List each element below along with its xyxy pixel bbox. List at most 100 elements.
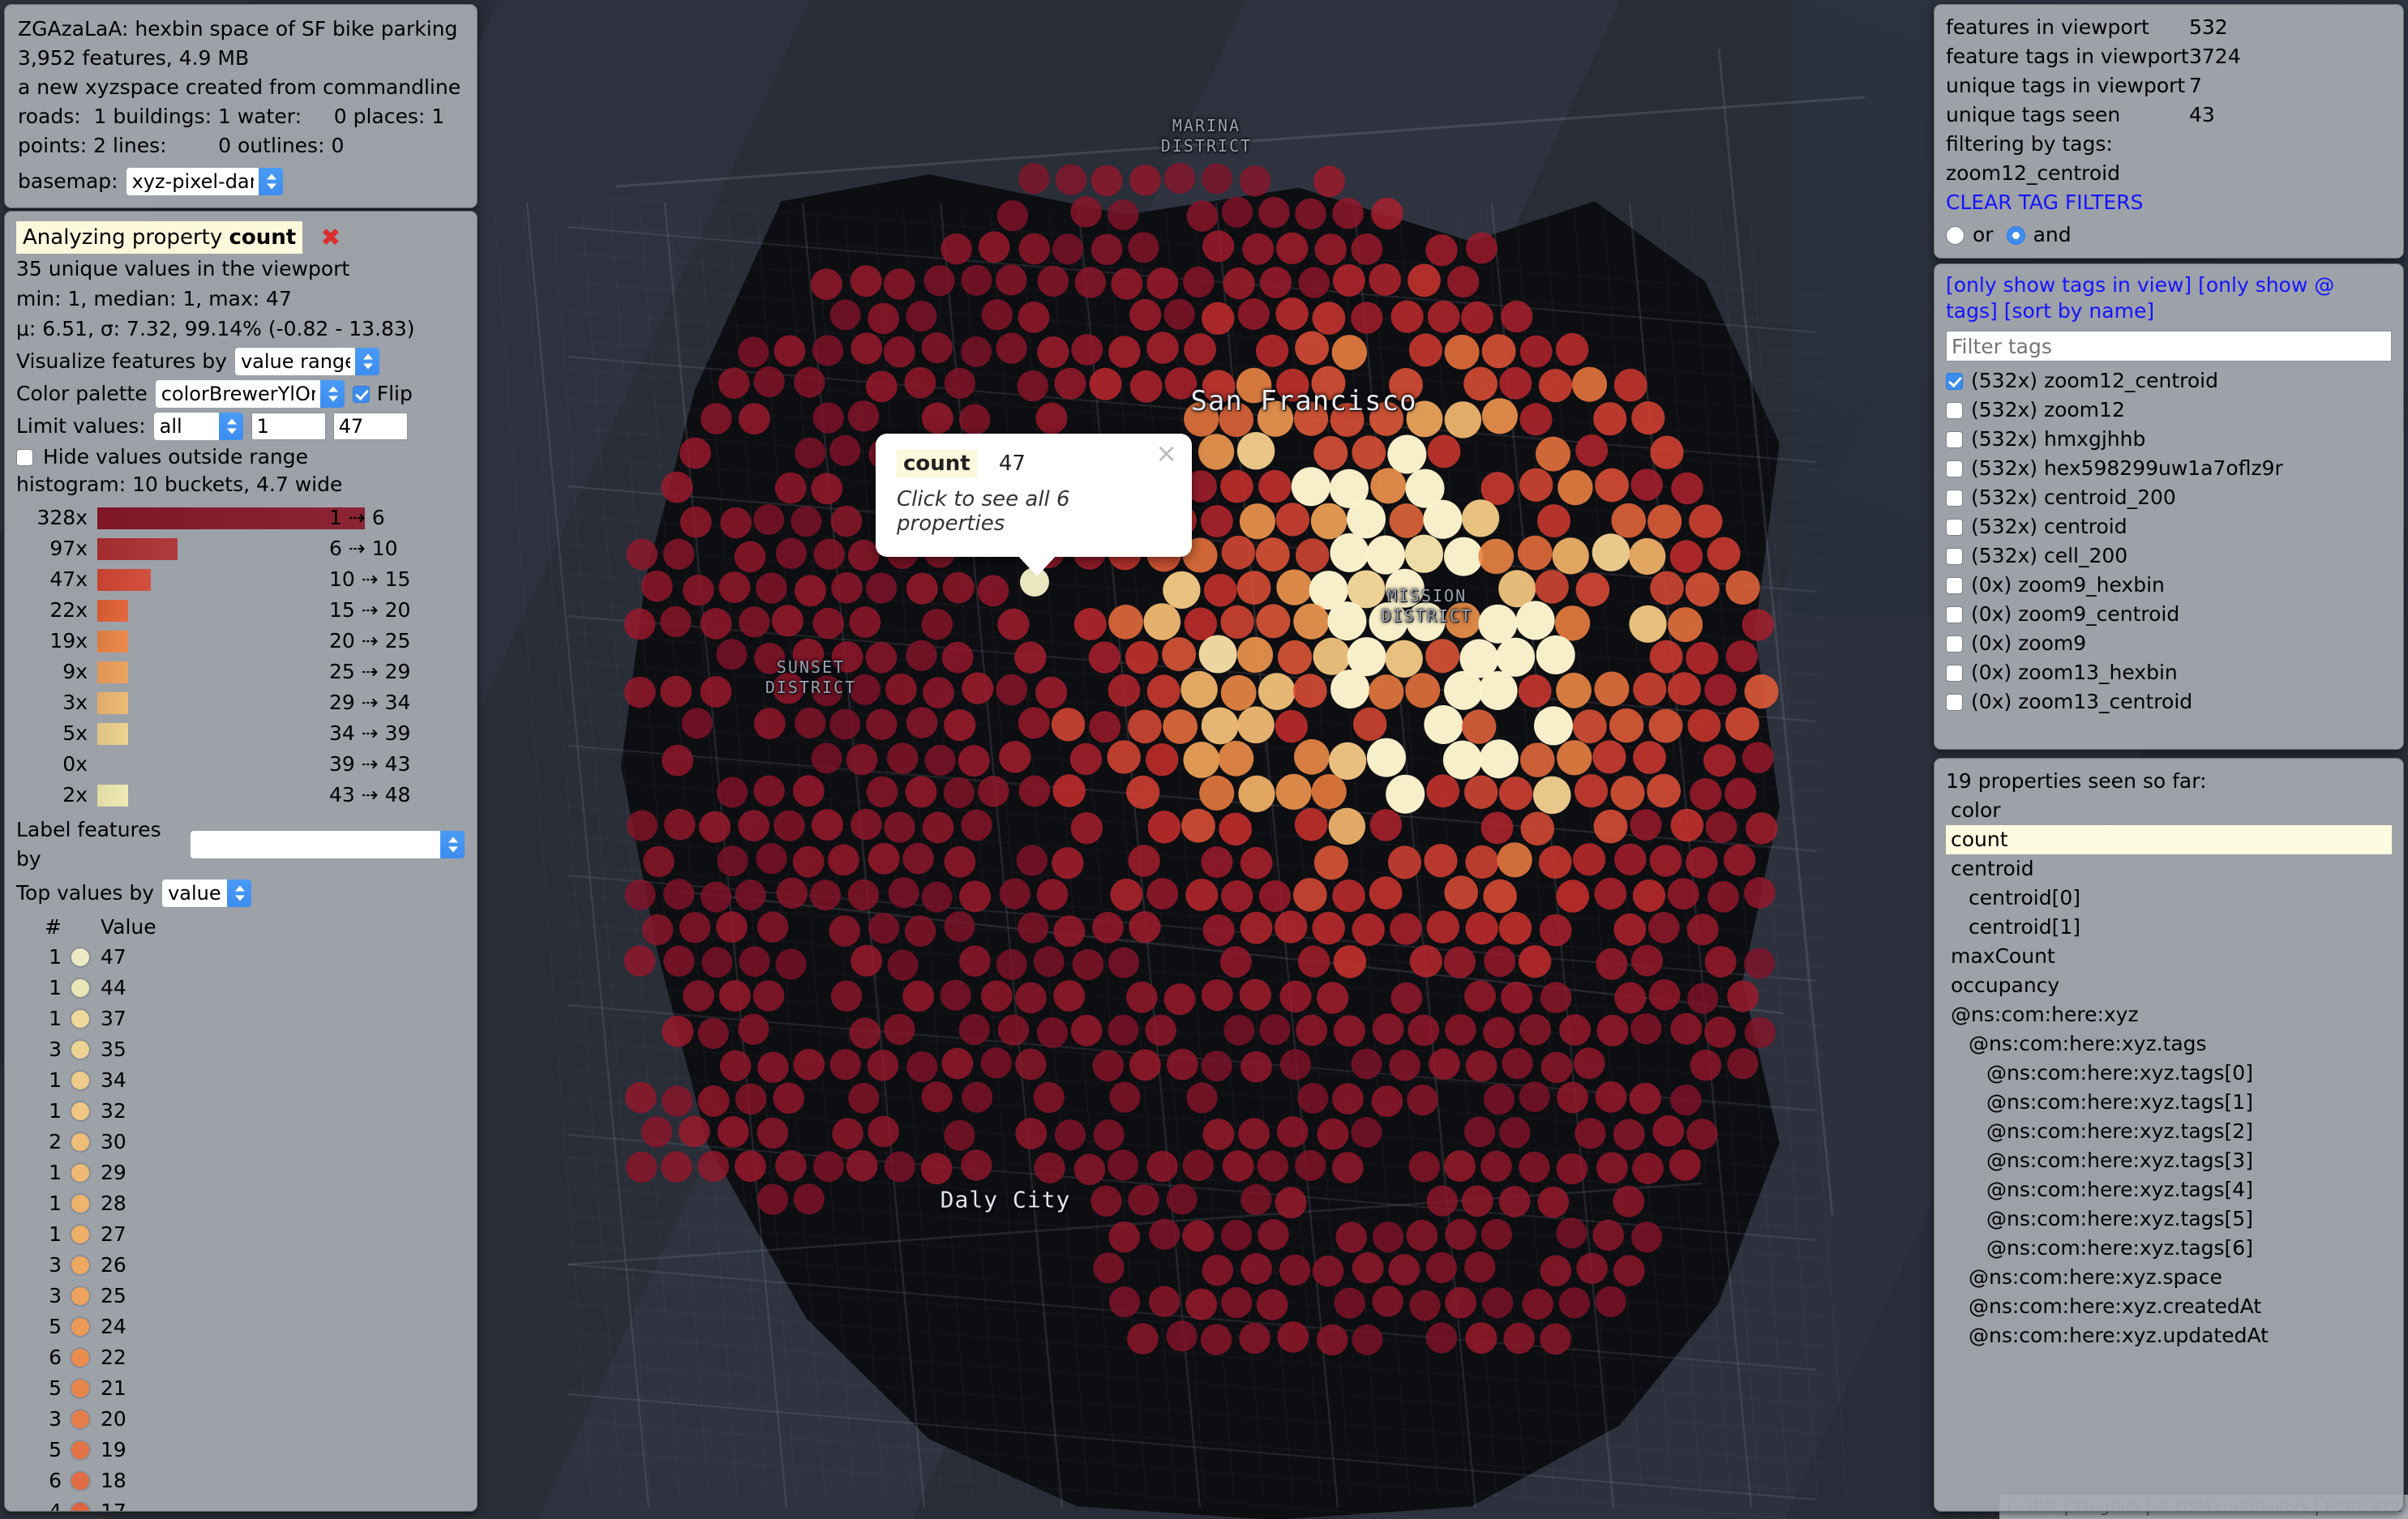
top-values-row[interactable]: 127 [16,1219,465,1250]
histogram-row[interactable]: 328x1 ⇢ 6 [16,503,465,533]
filter-mode-and-radio[interactable] [2007,226,2025,245]
property-list-item[interactable]: centroid[1] [1946,913,2392,942]
tag-checkbox[interactable] [1946,519,1963,536]
tag-list-item[interactable]: (532x) centroid_200 [1946,483,2392,512]
property-list-item[interactable]: centroid [1946,854,2392,884]
tag-checkbox[interactable] [1946,577,1963,594]
top-values-row[interactable]: 325 [16,1281,465,1311]
tag-checkbox[interactable] [1946,402,1963,419]
top-values-row[interactable]: 335 [16,1034,465,1065]
tag-filter-input[interactable] [1946,331,2392,362]
limit-max-input[interactable] [333,413,408,440]
top-values-row[interactable]: 326 [16,1250,465,1281]
close-icon[interactable]: × [1155,440,1177,466]
tag-label: (0x) zoom9_centroid [1971,600,2179,629]
top-values-row[interactable]: 137 [16,1003,465,1034]
property-list-item[interactable]: @ns:com:here:xyz.tags[0] [1946,1059,2392,1088]
color-palette-select[interactable]: colorBrewerYlOrRd [155,379,345,409]
property-list-item[interactable]: @ns:com:here:xyz.tags[6] [1946,1234,2392,1263]
histogram-row[interactable]: 3x29 ⇢ 34 [16,687,465,718]
tag-checkbox[interactable] [1946,548,1963,565]
tag-list-item[interactable]: (532x) cell_200 [1946,541,2392,571]
property-list-item[interactable]: @ns:com:here:xyz.updatedAt [1946,1321,2392,1350]
top-values-row[interactable]: 618 [16,1466,465,1496]
top-values-by-select[interactable]: values [161,879,252,908]
histogram-row[interactable]: 22x15 ⇢ 20 [16,595,465,626]
hide-outside-range-checkbox[interactable] [16,449,33,466]
tag-list-item[interactable]: (532x) hex598299uw1a7oflz9r [1946,454,2392,483]
property-list-item[interactable]: @ns:com:here:xyz.tags[3] [1946,1146,2392,1175]
tag-checkbox[interactable] [1946,373,1963,390]
popup-hint[interactable]: Click to see all 6 properties [897,487,1171,536]
tag-list-item[interactable]: (0x) zoom9_centroid [1946,600,2392,629]
top-values-row[interactable]: 134 [16,1065,465,1096]
tag-list-item[interactable]: (0x) zoom9_hexbin [1946,571,2392,600]
basemap-select[interactable]: xyz-pixel-dark [126,167,284,196]
tag-list-item[interactable]: (532x) hmxgjhhb [1946,425,2392,454]
histogram-row[interactable]: 47x10 ⇢ 15 [16,564,465,595]
tag-list-item[interactable]: (0x) zoom13_hexbin [1946,658,2392,687]
tag-checkbox[interactable] [1946,635,1963,653]
histogram-bucket-count: 47x [16,565,97,594]
property-list-item[interactable]: @ns:com:here:xyz [1946,1000,2392,1029]
color-swatch [70,1162,91,1183]
property-list-item[interactable]: maxCount [1946,942,2392,971]
histogram-row[interactable]: 9x25 ⇢ 29 [16,657,465,687]
tag-checkbox[interactable] [1946,490,1963,507]
top-value-count: 1 [16,1158,70,1187]
color-swatch [70,1286,91,1307]
tag-checkbox[interactable] [1946,694,1963,711]
filter-mode-or-radio[interactable] [1946,226,1965,245]
tag-list-item[interactable]: (0x) zoom13_centroid [1946,687,2392,717]
top-values-row[interactable]: 230 [16,1127,465,1157]
label-features-by-label: Label features by [16,815,182,874]
top-value-count: 5 [16,1312,70,1341]
property-list-item[interactable]: @ns:com:here:xyz.space [1946,1263,2392,1292]
top-values-row[interactable]: 417 [16,1496,465,1512]
limit-min-input[interactable] [251,413,326,440]
visualize-by-select[interactable]: value range [234,347,380,376]
tag-checkbox[interactable] [1946,665,1963,682]
property-list-item[interactable]: @ns:com:here:xyz.tags[2] [1946,1117,2392,1146]
top-values-row[interactable]: 521 [16,1373,465,1404]
tag-checkbox[interactable] [1946,606,1963,623]
tag-checkbox[interactable] [1946,460,1963,477]
histogram-row[interactable]: 19x20 ⇢ 25 [16,626,465,657]
histogram-row[interactable]: 2x43 ⇢ 48 [16,780,465,811]
tag-list-item[interactable]: (532x) centroid [1946,512,2392,541]
histogram-row[interactable]: 5x34 ⇢ 39 [16,718,465,749]
clear-tag-filters-button[interactable]: CLEAR TAG FILTERS [1946,188,2392,217]
property-list-item[interactable]: occupancy [1946,971,2392,1000]
top-values-row[interactable]: 519 [16,1435,465,1466]
flip-palette-checkbox[interactable] [353,386,370,403]
top-values-row[interactable]: 129 [16,1157,465,1188]
top-values-row[interactable]: 147 [16,942,465,973]
top-values-row[interactable]: 622 [16,1342,465,1373]
top-value-count: 2 [16,1127,70,1157]
top-values-row[interactable]: 128 [16,1188,465,1219]
property-list-item[interactable]: @ns:com:here:xyz.tags [1946,1029,2392,1059]
property-list-item[interactable]: color [1946,796,2392,825]
tag-checkbox[interactable] [1946,431,1963,448]
tag-list-item[interactable]: (532x) zoom12_centroid [1946,366,2392,396]
tag-list-item[interactable]: (0x) zoom9 [1946,629,2392,658]
histogram-row[interactable]: 0x39 ⇢ 43 [16,749,465,780]
color-swatch [70,1008,91,1029]
top-values-row[interactable]: 132 [16,1096,465,1127]
close-analysis-icon[interactable]: ✖ [320,224,341,252]
property-list-item[interactable]: count [1946,825,2392,854]
property-list-item[interactable]: @ns:com:here:xyz.tags[4] [1946,1175,2392,1205]
property-list-item[interactable]: centroid[0] [1946,884,2392,913]
property-list-item[interactable]: @ns:com:here:xyz.tags[5] [1946,1205,2392,1234]
feature-popup[interactable]: × count 47 Click to see all 6 properties [876,434,1192,557]
top-values-row[interactable]: 320 [16,1404,465,1435]
limit-values-select[interactable]: all [153,412,244,441]
tag-list-item[interactable]: (532x) zoom12 [1946,396,2392,425]
property-list-item[interactable]: @ns:com:here:xyz.createdAt [1946,1292,2392,1321]
tag-view-links[interactable]: [only show tags in view] [only show @ ta… [1946,272,2392,324]
histogram-row[interactable]: 97x6 ⇢ 10 [16,533,465,564]
top-values-row[interactable]: 144 [16,973,465,1003]
top-values-row[interactable]: 524 [16,1311,465,1342]
label-features-by-select[interactable] [190,830,465,859]
property-list-item[interactable]: @ns:com:here:xyz.tags[1] [1946,1088,2392,1117]
